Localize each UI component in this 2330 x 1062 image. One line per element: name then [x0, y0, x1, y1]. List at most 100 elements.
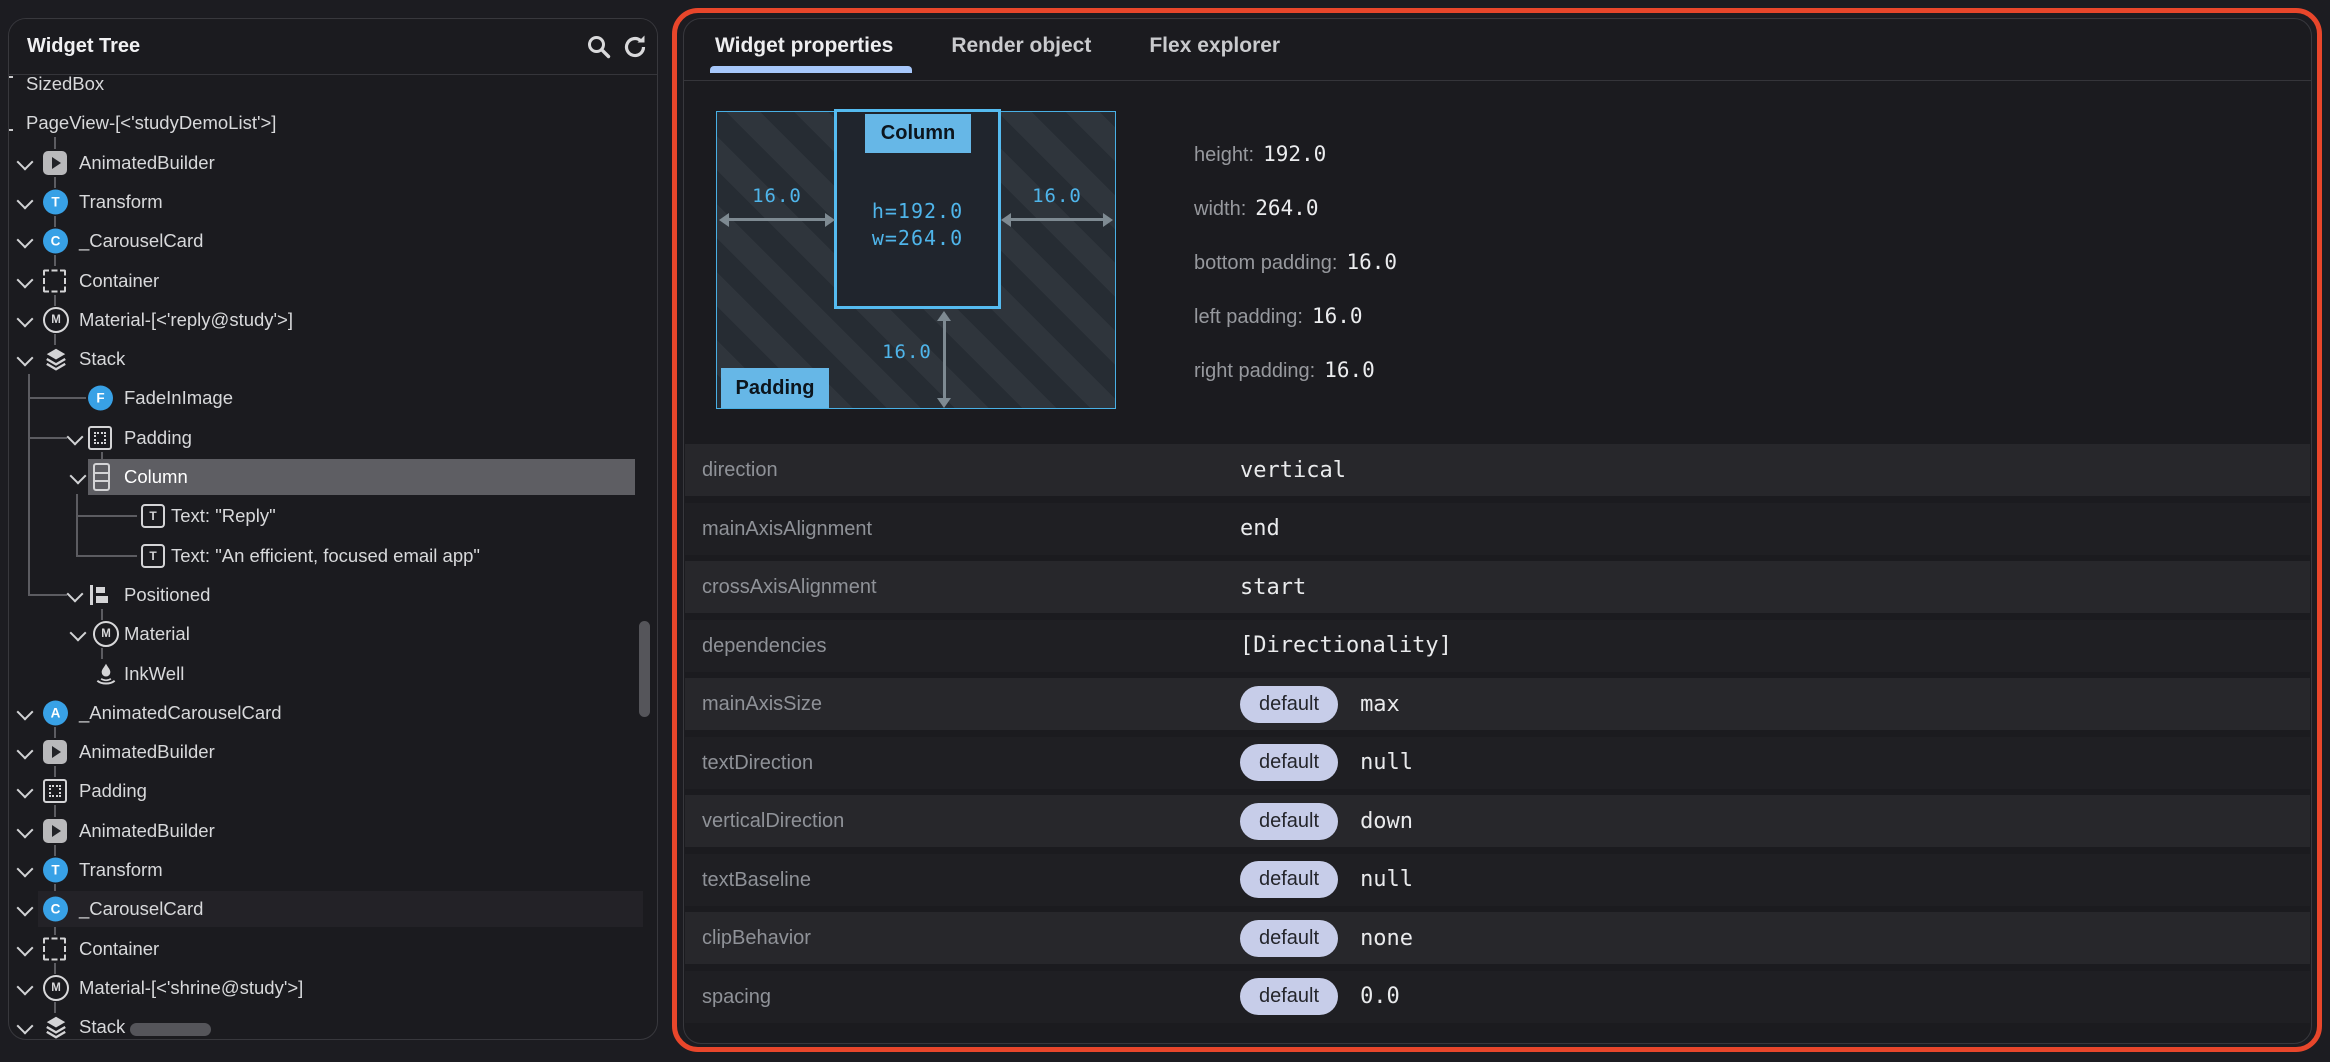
tree-row[interactable]: AnimatedBuilder [9, 734, 657, 770]
chevron-down-icon[interactable] [17, 821, 34, 838]
widget-letter-icon: C [43, 229, 68, 254]
widget-properties-panel: Widget properties Render object Flex explo… [683, 18, 2312, 1044]
tree-row[interactable]: TTransform [9, 852, 657, 888]
tree-row[interactable]: Positioned [9, 577, 657, 613]
summary-value: 16.0 [1312, 304, 1363, 328]
vertical-scrollbar-thumb[interactable] [639, 621, 650, 717]
material-icon: M [43, 307, 69, 333]
widget-letter-icon: T [43, 858, 68, 883]
tree-row[interactable]: PageView-[<'studyDemoList'>] [9, 105, 657, 141]
property-value: max [1360, 692, 1400, 717]
summary-value: 16.0 [1346, 250, 1397, 274]
default-badge: default [1240, 861, 1338, 898]
active-tab-indicator [710, 66, 912, 73]
tree-row[interactable]: TText: "Reply" [9, 498, 657, 534]
tree-node-label: Padding [79, 780, 147, 802]
property-name: mainAxisSize [702, 678, 822, 730]
tab-render-object[interactable]: Render object [951, 34, 1091, 58]
chevron-down-icon[interactable] [17, 192, 34, 209]
left-gap-arrow [725, 218, 831, 221]
property-value-cell: start [1240, 561, 1306, 613]
property-value: vertical [1240, 458, 1346, 483]
property-name: clipBehavior [702, 912, 811, 964]
tree-node-label: Column [124, 466, 188, 488]
property-value-cell: defaultnull [1240, 737, 1413, 789]
tab-bar: Widget properties Render object Flex explo… [684, 19, 2311, 81]
tab-widget-properties[interactable]: Widget properties [715, 34, 893, 58]
chevron-down-icon[interactable] [17, 232, 34, 249]
padding-icon [43, 779, 67, 803]
chevron-down-icon[interactable] [17, 153, 34, 170]
chevron-down-icon[interactable] [17, 861, 34, 878]
tree-row[interactable]: Stack [9, 1009, 657, 1039]
chevron-down-icon[interactable] [17, 1018, 34, 1035]
property-row: verticalDirectiondefaultdown [685, 795, 2310, 847]
chevron-down-icon[interactable] [67, 585, 84, 602]
summary-label: bottom padding: [1194, 252, 1337, 274]
property-value-cell: defaultnone [1240, 912, 1413, 964]
chevron-down-icon[interactable] [17, 703, 34, 720]
chevron-down-icon[interactable] [17, 900, 34, 917]
chevron-down-icon[interactable] [17, 350, 34, 367]
summary-value: 16.0 [1324, 358, 1375, 382]
tree-row[interactable]: FFadeInImage [9, 380, 657, 416]
tree-node-label: Text: "An efficient, focused email app" [171, 545, 480, 567]
chevron-down-icon[interactable] [70, 625, 87, 642]
horizontal-scrollbar-thumb[interactable] [130, 1023, 211, 1036]
column-size-readout: h=192.0 w=264.0 [834, 198, 1001, 252]
chevron-down-icon[interactable] [70, 468, 87, 485]
tree-node-label: _CarouselCard [79, 230, 203, 252]
summary-row: width:264.0 [1194, 194, 1318, 222]
tab-flex-explorer[interactable]: Flex explorer [1149, 34, 1280, 58]
tree-node-label: Positioned [124, 584, 210, 606]
tree-node-label: AnimatedBuilder [79, 820, 215, 842]
property-name: textDirection [702, 737, 813, 789]
chevron-down-icon[interactable] [17, 271, 34, 288]
widget-letter-icon: C [43, 897, 68, 922]
tree-node-label: InkWell [124, 663, 184, 685]
stack-icon [43, 1014, 69, 1039]
property-name: spacing [702, 971, 771, 1023]
tree-row[interactable]: Padding [9, 420, 657, 456]
summary-value: 264.0 [1255, 196, 1318, 220]
stack-icon [43, 346, 69, 372]
tree-row[interactable]: MMaterial-[<'shrine@study'>] [9, 970, 657, 1006]
tree-row[interactable]: Container [9, 931, 657, 967]
tree-row[interactable]: M Material-[<'reply@study'>] [9, 302, 657, 338]
tree-row[interactable]: Column [9, 459, 657, 495]
tree-row[interactable]: Container [9, 263, 657, 299]
refresh-button[interactable] [620, 32, 650, 62]
tree-row[interactable]: AnimatedBuilder [9, 813, 657, 849]
tree-node-label: Material-[<'reply@study'>] [79, 309, 293, 331]
default-badge: default [1240, 744, 1338, 781]
tree-row[interactable]: A_AnimatedCarouselCard [9, 695, 657, 731]
tree-row[interactable]: TTransform [9, 184, 657, 220]
chevron-down-icon[interactable] [17, 939, 34, 956]
tree-row[interactable]: AnimatedBuilder [9, 145, 657, 181]
tree-row[interactable]: Padding [9, 773, 657, 809]
animated-builder-icon [43, 740, 67, 764]
chevron-down-icon[interactable] [17, 310, 34, 327]
chevron-down-icon[interactable] [17, 743, 34, 760]
tree-node-label: _CarouselCard [79, 898, 203, 920]
tree-node-label: Transform [79, 191, 163, 213]
tree-row[interactable]: C _CarouselCard [9, 891, 657, 927]
search-button[interactable] [584, 32, 614, 62]
tree-node-label: Padding [124, 427, 192, 449]
property-value: down [1360, 809, 1413, 834]
tree-row[interactable]: InkWell [9, 656, 657, 692]
tree-row[interactable]: C _CarouselCard [9, 223, 657, 259]
chevron-down-icon[interactable] [17, 782, 34, 799]
chevron-down-icon[interactable] [17, 978, 34, 995]
text-icon: T [141, 504, 165, 528]
tree-row[interactable]: T Text: "An efficient, focused email app" [9, 538, 657, 574]
property-value-cell: defaultnull [1240, 854, 1413, 906]
tree-row[interactable]: Stack [9, 341, 657, 377]
chevron-down-icon[interactable] [67, 428, 84, 445]
tree-node-label: _AnimatedCarouselCard [79, 702, 282, 724]
property-row: spacingdefault0.0 [685, 971, 2310, 1023]
text-icon: T [141, 544, 165, 568]
property-row: clipBehavior defaultnone [685, 912, 2310, 964]
tree-row[interactable]: MMaterial [9, 616, 657, 652]
container-icon [43, 937, 66, 960]
